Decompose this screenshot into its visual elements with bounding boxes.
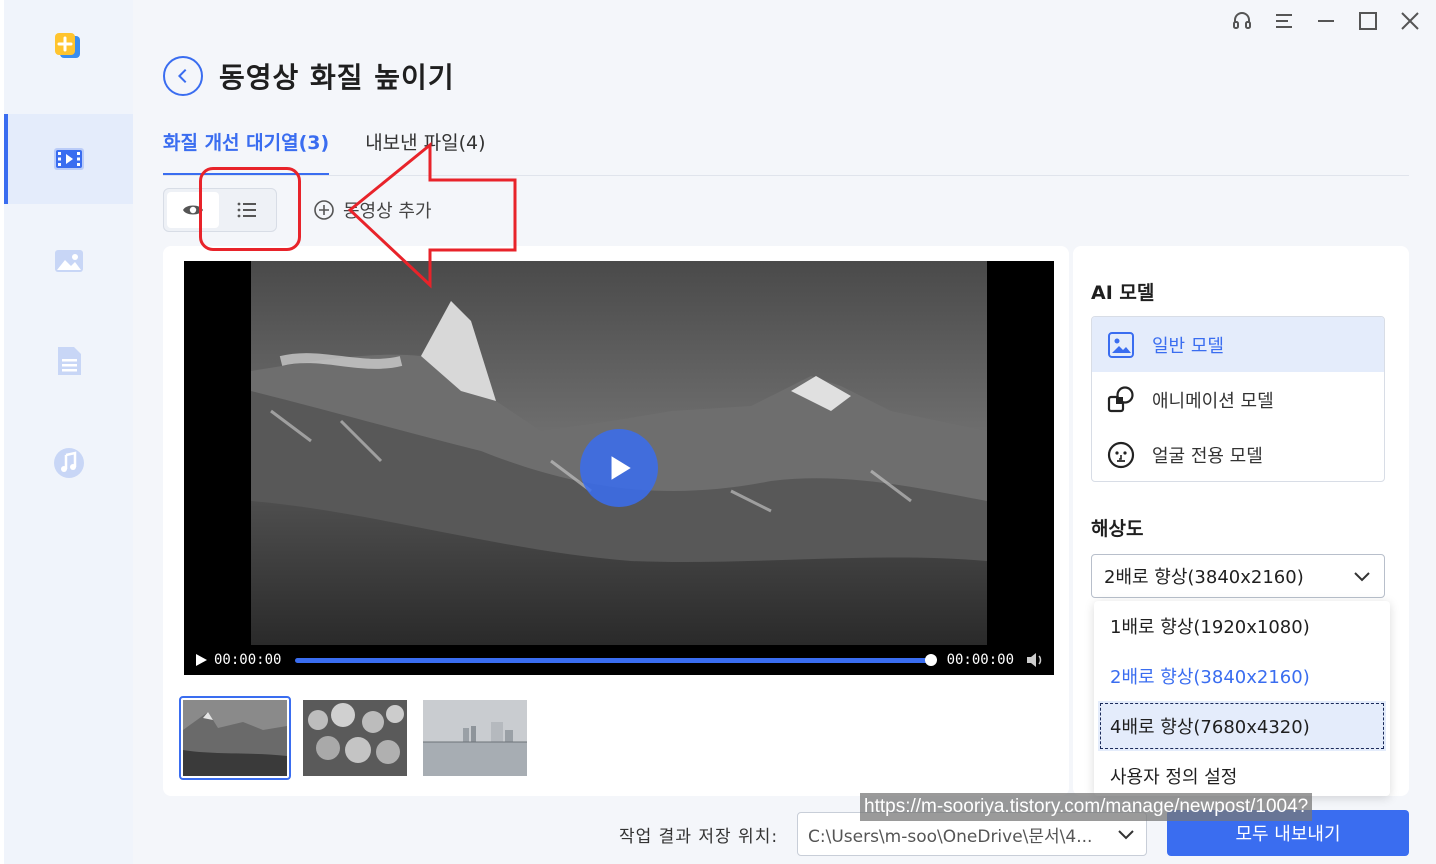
player-controls: 00:00:00 00:00:00 [184, 645, 1054, 675]
progress-bar[interactable] [295, 653, 937, 666]
play-icon [611, 456, 631, 480]
thumbnail-mountain[interactable] [179, 696, 291, 780]
play-small-icon[interactable] [194, 653, 208, 667]
sidebar-item-image[interactable] [4, 216, 133, 306]
annotation-highlight-box [199, 167, 301, 251]
resolution-option-custom[interactable]: 사용자 정의 설정 [1094, 751, 1390, 796]
sidebar-item-audio[interactable] [4, 418, 133, 508]
page-title: 동영상 화질 높이기 [219, 61, 455, 94]
save-location-label: 작업 결과 저장 위치: [619, 827, 779, 847]
resolution-option-4x[interactable]: 4배로 향상(7680x4320) [1098, 701, 1386, 751]
sidebar-item-document[interactable] [4, 316, 133, 406]
image-icon [1108, 331, 1134, 358]
time-total: 00:00:00 [946, 652, 1014, 668]
main-area: 동영상 화질 높이기 화질 개선 대기열(3) 내보낸 파일(4) 동영상 추가 [133, 0, 1436, 864]
video-player[interactable]: 00:00:00 00:00:00 [184, 261, 1054, 675]
window-controls [1230, 8, 1422, 34]
resolution-option-1x[interactable]: 1배로 향상(1920x1080) [1094, 601, 1390, 651]
time-current: 00:00:00 [214, 652, 282, 668]
close-icon[interactable] [1398, 8, 1422, 34]
thumbnail-city-lake[interactable] [419, 696, 531, 780]
model-option-face[interactable]: 얼굴 전용 모델 [1092, 427, 1384, 481]
resolution-option-2x[interactable]: 2배로 향상(3840x2160) [1094, 651, 1390, 701]
plants-thumbnail [303, 700, 407, 776]
thumbnail-strip [179, 696, 531, 780]
resolution-dropdown: 1배로 향상(1920x1080) 2배로 향상(3840x2160) 4배로 … [1094, 601, 1390, 796]
ai-model-heading: AI 모델 [1091, 282, 1155, 304]
back-button[interactable] [163, 56, 203, 96]
chevron-down-icon [1118, 830, 1134, 840]
app-logo-icon [52, 30, 84, 62]
volume-icon[interactable] [1026, 652, 1044, 668]
image-enhance-icon [54, 250, 83, 272]
resolution-heading: 해상도 [1091, 518, 1144, 540]
minimize-icon[interactable] [1314, 8, 1338, 34]
audio-enhance-icon [53, 448, 84, 478]
sidebar [4, 0, 133, 864]
preview-card: 00:00:00 00:00:00 [163, 246, 1069, 796]
model-option-general[interactable]: 일반 모델 [1092, 317, 1384, 372]
headset-icon[interactable] [1230, 8, 1254, 34]
document-enhance-icon [57, 347, 81, 375]
resolution-selected-value: 2배로 향상(3840x2160) [1104, 567, 1304, 588]
page-header: 동영상 화질 높이기 [163, 56, 455, 96]
add-circle-icon [314, 200, 334, 220]
thumbnail-plants[interactable] [299, 696, 411, 780]
maximize-icon[interactable] [1356, 8, 1380, 34]
shapes-icon [1107, 385, 1134, 412]
settings-panel: AI 모델 일반 모델 애니메이션 모델 얼굴 전용 모델 해상도 2배로 향상… [1073, 246, 1409, 796]
play-overlay-button[interactable] [580, 429, 658, 507]
model-option-label: 얼굴 전용 모델 [1152, 445, 1263, 467]
chevron-left-icon [177, 68, 187, 84]
video-enhance-icon [53, 148, 84, 170]
mountain-thumbnail [183, 700, 287, 776]
annotation-arrow-icon [347, 141, 517, 289]
sidebar-item-video[interactable] [4, 114, 133, 204]
chevron-down-icon [1354, 572, 1370, 582]
model-option-animation[interactable]: 애니메이션 모델 [1092, 372, 1384, 427]
save-path-value: C:\Users\m-soo\OneDrive\문서\4... [808, 826, 1093, 847]
ai-model-list: 일반 모델 애니메이션 모델 얼굴 전용 모델 [1091, 316, 1385, 482]
model-option-label: 애니메이션 모델 [1152, 390, 1274, 412]
city-lake-thumbnail [423, 700, 527, 776]
menu-icon[interactable] [1272, 8, 1296, 34]
resolution-select[interactable]: 2배로 향상(3840x2160) [1091, 554, 1385, 598]
url-watermark: https://m-sooriya.tistory.com/manage/new… [860, 793, 1313, 821]
model-option-label: 일반 모델 [1152, 335, 1224, 357]
face-icon [1107, 441, 1135, 468]
